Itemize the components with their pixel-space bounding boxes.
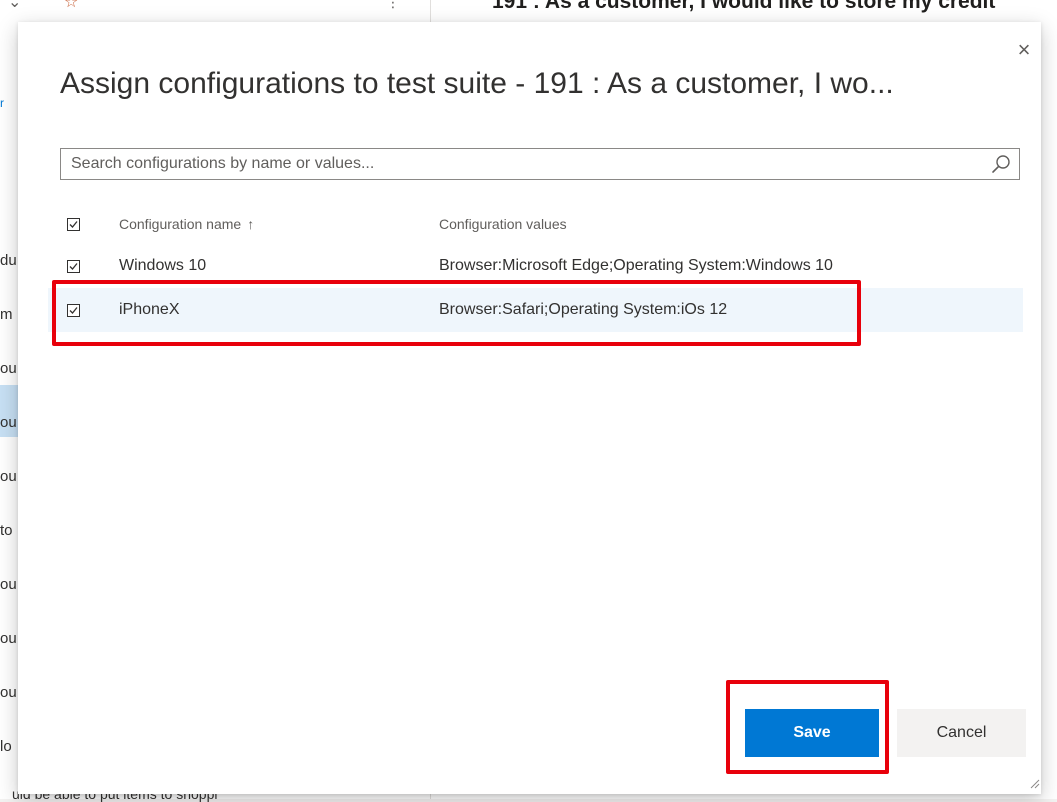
- background-list-fragment: ou: [0, 630, 17, 647]
- search-icon[interactable]: [991, 154, 1011, 174]
- select-all-checkbox[interactable]: [67, 217, 80, 231]
- column-header-name-label: Configuration name: [119, 216, 242, 232]
- table-row[interactable]: Windows 10 Browser:Microsoft Edge;Operat…: [48, 244, 1023, 288]
- resize-grip-icon[interactable]: [1028, 777, 1040, 789]
- chevron-down-icon: ⌄: [8, 0, 22, 11]
- background-list-fragment: ou: [0, 684, 17, 701]
- configuration-values: Browser:Microsoft Edge;Operating System:…: [439, 257, 833, 274]
- background-list-fragment: ou: [0, 414, 17, 431]
- cancel-button[interactable]: Cancel: [897, 709, 1026, 757]
- column-header-values[interactable]: Configuration values: [439, 216, 567, 232]
- checkmark-icon: [69, 306, 78, 314]
- configuration-name: iPhoneX: [119, 301, 180, 318]
- star-icon: ☆: [64, 0, 79, 11]
- close-icon: ×: [1017, 37, 1031, 62]
- configuration-name: Windows 10: [119, 257, 207, 274]
- background-link-fragment: r: [0, 96, 4, 110]
- search-input[interactable]: [61, 149, 981, 179]
- row-checkbox[interactable]: [67, 303, 80, 317]
- configuration-values: Browser:Safari;Operating System:iOs 12: [439, 301, 728, 318]
- checkmark-icon: [69, 262, 78, 270]
- background-list-fragment: du: [0, 252, 17, 269]
- table-row[interactable]: iPhoneX Browser:Safari;Operating System:…: [48, 288, 1023, 332]
- background-list-fragment: lo: [0, 738, 12, 755]
- background-list-fragment: m: [0, 306, 13, 323]
- configurations-table: Configuration name ↑ Configuration values…: [48, 204, 1023, 332]
- close-button[interactable]: ×: [1012, 38, 1036, 62]
- checkmark-icon: [69, 220, 78, 228]
- table-header-row: Configuration name ↑ Configuration values: [48, 204, 1023, 244]
- assign-configurations-dialog: × Assign configurations to test suite - …: [18, 22, 1041, 794]
- more-options-icon: ⋮: [386, 0, 400, 10]
- arrow-up-icon: ↑: [247, 216, 255, 232]
- background-list-fragment: ou: [0, 468, 17, 485]
- column-header-name[interactable]: Configuration name ↑: [119, 216, 254, 232]
- background-list-fragment: ou: [0, 360, 17, 377]
- background-list-fragment: to: [0, 522, 13, 539]
- background-list-fragment: ou: [0, 576, 17, 593]
- row-checkbox[interactable]: [67, 259, 80, 273]
- background-work-item-title: 191 : As a customer, I would like to sto…: [492, 0, 996, 13]
- search-box: [60, 148, 1020, 180]
- dialog-title: Assign configurations to test suite - 19…: [60, 67, 894, 100]
- save-button[interactable]: Save: [745, 709, 879, 757]
